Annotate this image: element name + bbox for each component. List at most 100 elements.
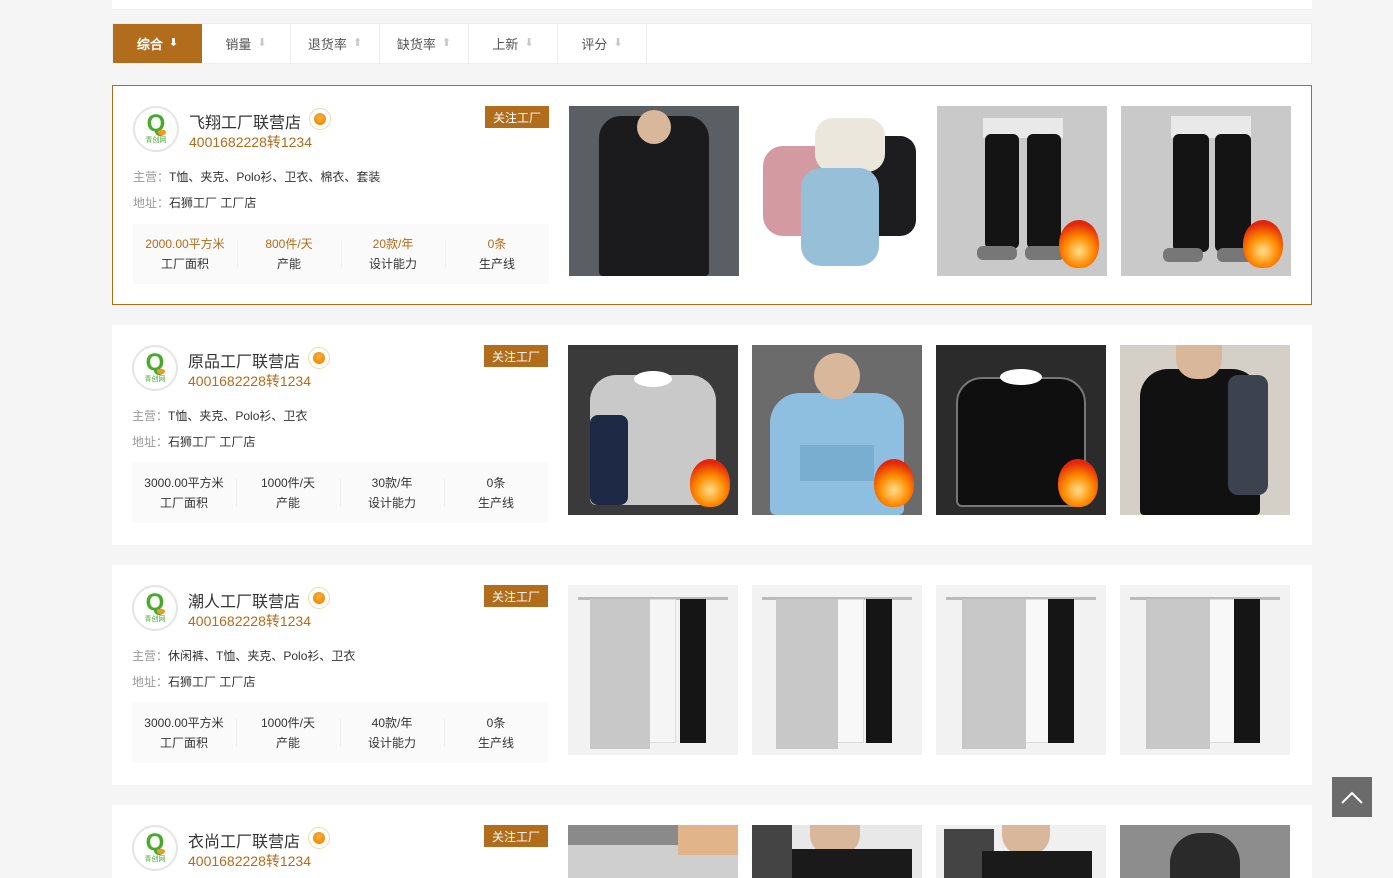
verified-badge-icon	[308, 827, 330, 849]
logo-text: 青创网	[144, 856, 166, 863]
verified-badge-icon	[309, 108, 331, 130]
follow-factory-button[interactable]: 关注工厂	[484, 825, 548, 847]
main-value: 休闲裤、T恤、夹克、Polo衫、卫衣	[168, 649, 356, 663]
product-image[interactable]	[937, 106, 1107, 276]
follow-factory-button[interactable]: 关注工厂	[484, 345, 548, 367]
main-label: 主营：	[133, 170, 170, 184]
stat-value: 40款/年	[371, 716, 413, 730]
factory-logo[interactable]: Q 青创网	[133, 106, 179, 152]
main-label: 主营：	[132, 649, 169, 663]
stat-value: 800件/天	[265, 237, 313, 251]
logo-dot	[157, 369, 165, 374]
factory-logo[interactable]: Q 青创网	[132, 585, 178, 631]
stat-value: 20款/年	[372, 237, 414, 251]
address-value: 石狮工厂 工厂店	[169, 196, 257, 210]
follow-factory-button[interactable]: 关注工厂	[484, 585, 548, 607]
factory-card: Q 青创网 潮人工厂联营店 4001682228转1234 关注工厂 主营：休闲…	[112, 565, 1312, 785]
stat-lines: 0条 生产线	[445, 234, 549, 274]
sort-stockout-rate[interactable]: 缺货率 ⬆	[380, 24, 469, 63]
follow-factory-button[interactable]: 关注工厂	[485, 106, 549, 128]
arrow-down-icon: ⬇	[168, 37, 179, 49]
product-image[interactable]	[1120, 585, 1290, 755]
address: 地址：石狮工厂 工厂店	[132, 433, 255, 450]
verified-badge-icon	[308, 347, 330, 369]
product-image[interactable]	[1121, 106, 1291, 276]
stat-value: 30款/年	[371, 476, 413, 490]
product-image[interactable]	[1120, 345, 1290, 515]
chevron-up-icon	[1341, 791, 1363, 804]
product-image[interactable]	[936, 585, 1106, 755]
stat-capacity: 1000件/天 产能	[236, 713, 340, 753]
product-image[interactable]	[752, 825, 922, 878]
product-image[interactable]	[936, 825, 1106, 878]
stat-label: 产能	[275, 736, 300, 750]
product-image[interactable]	[569, 106, 739, 276]
stat-area: 3000.00平方米 工厂面积	[132, 713, 236, 753]
factory-stats: 2000.00平方米 工厂面积 800件/天 产能 20款/年设计能力 0条 生产线	[133, 224, 549, 284]
address: 地址：石狮工厂 工厂店	[133, 194, 256, 211]
stat-area: 2000.00平方米 工厂面积	[133, 234, 237, 274]
address-label: 地址：	[132, 675, 169, 689]
product-image[interactable]	[753, 106, 923, 276]
sort-return-rate[interactable]: 退货率 ⬆	[291, 24, 380, 63]
stat-label: 产能	[275, 496, 300, 510]
stat-value: 1000件/天	[260, 476, 316, 490]
product-image[interactable]	[752, 345, 922, 515]
stat-design: 20款/年设计能力	[341, 234, 445, 274]
shop-phone: 4001682228转1234	[188, 853, 312, 869]
arrow-down-icon: ⬇	[524, 37, 534, 49]
factory-card: Q 青创网 衣尚工厂联营店 4001682228转1234 关注工厂	[112, 805, 1312, 878]
stat-value: 3000.00平方米	[144, 476, 224, 490]
stat-label: 工厂面积	[159, 736, 208, 750]
shop-name-link[interactable]: 衣尚工厂联营店	[188, 828, 300, 852]
product-image[interactable]	[752, 585, 922, 755]
sort-label: 评分	[581, 37, 608, 52]
shop-phone: 4001682228转1234	[188, 613, 312, 629]
stat-value: 1000件/天	[260, 716, 316, 730]
logo-dot	[157, 849, 165, 854]
product-image[interactable]	[568, 825, 738, 878]
factory-stats: 3000.00平方米 工厂面积 1000件/天 产能 30款/年 设计能力 0条 生产线	[132, 463, 548, 523]
shop-phone: 4001682228转1234	[188, 373, 312, 389]
main-products: 主营：T恤、夹克、Polo衫、卫衣	[132, 407, 307, 424]
sort-label: 退货率	[307, 37, 347, 52]
stat-capacity: 1000件/天 产能	[236, 473, 340, 513]
shop-name-link[interactable]: 潮人工厂联营店	[188, 588, 300, 612]
stat-design: 40款/年设计能力	[340, 713, 444, 753]
stat-value: 0条	[486, 716, 506, 730]
main-products: 主营：T恤、夹克、Polo衫、卫衣、棉衣、套装	[133, 168, 380, 185]
arrow-up-icon: ⬆	[441, 37, 452, 49]
sort-label: 销量	[225, 37, 252, 52]
arrow-down-icon: ⬇	[257, 37, 267, 49]
stat-label: 生产线	[478, 257, 515, 271]
arrow-down-icon: ⬇	[613, 37, 623, 49]
stat-design: 30款/年 设计能力	[340, 473, 444, 513]
product-image[interactable]	[568, 585, 738, 755]
logo-text: 青创网	[144, 616, 166, 623]
logo-dot	[158, 130, 166, 135]
main-label: 主营：	[132, 409, 169, 423]
sort-new[interactable]: 上新 ⬇	[469, 24, 558, 63]
main-products: 主营：休闲裤、T恤、夹克、Polo衫、卫衣	[132, 647, 355, 664]
stat-label: 生产线	[477, 496, 514, 510]
product-image[interactable]	[1120, 825, 1290, 878]
arrow-up-icon: ⬆	[352, 37, 363, 49]
stat-label: 设计能力	[368, 257, 417, 271]
back-to-top-button[interactable]	[1332, 777, 1372, 817]
product-image[interactable]	[568, 345, 738, 515]
shop-name-link[interactable]: 飞翔工厂联营店	[189, 109, 301, 133]
factory-logo[interactable]: Q 青创网	[132, 345, 178, 391]
factory-stats: 3000.00平方米 工厂面积 1000件/天 产能 40款/年 设计能力 0条 生产线	[132, 703, 548, 763]
sort-sales[interactable]: 销量 ⬇	[202, 24, 291, 63]
sort-comprehensive[interactable]: 综合 ⬇	[113, 24, 202, 63]
stat-label: 工厂面积	[160, 257, 209, 271]
top-bar	[112, 0, 1312, 10]
stat-label: 设计能力	[367, 736, 416, 750]
verified-badge-icon	[308, 587, 330, 609]
shop-name-link[interactable]: 原品工厂联营店	[188, 348, 300, 372]
factory-logo[interactable]: Q 青创网	[132, 825, 178, 871]
product-image[interactable]	[936, 345, 1106, 515]
sort-rating[interactable]: 评分 ⬇	[558, 24, 647, 63]
stat-capacity: 800件/天 产能	[237, 234, 341, 274]
address-label: 地址：	[133, 196, 170, 210]
